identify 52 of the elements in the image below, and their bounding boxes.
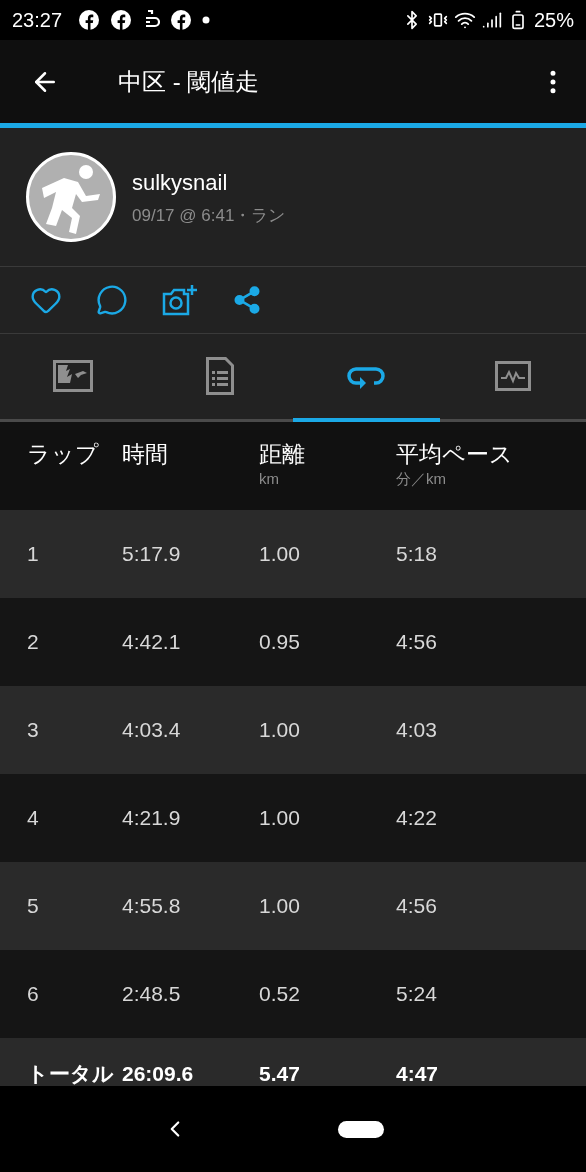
vibrate-icon	[427, 10, 448, 30]
username: sulkysnail	[132, 168, 229, 197]
table-cell-text: 1.00	[259, 717, 301, 744]
table-cell-text: 4	[27, 805, 40, 832]
activity-chart-icon	[494, 361, 531, 391]
table-cell-text: 4:56	[396, 629, 438, 656]
total-cell-text: 26:09.6	[122, 1062, 195, 1086]
table-cell-text: 1	[27, 541, 40, 568]
table-cell-text: 0.95	[259, 629, 301, 656]
table-cell-text: 5	[27, 893, 40, 920]
column-header: ラップ	[27, 440, 100, 468]
table-cell-text: 3	[27, 717, 40, 744]
table-cell-text: 4:56	[396, 893, 438, 920]
table-cell-text: 4:03	[396, 717, 438, 744]
activity-meta: 09/17 @ 6:41・ラン	[132, 204, 286, 227]
column-header: 時間	[122, 440, 169, 468]
column-unit: 分／km	[396, 469, 447, 489]
table-cell-text: 0.52	[259, 981, 301, 1008]
table-cell-text: 5:24	[396, 981, 438, 1008]
home-pill[interactable]	[338, 1120, 384, 1138]
page-title: 中区 - 閾値走	[118, 66, 260, 97]
table-cell-text: 4:42.1	[122, 629, 182, 656]
total-cell-text: 5.47	[259, 1062, 301, 1086]
total-cell-text: トータル	[27, 1062, 115, 1086]
table-cell-text: 4:21.9	[122, 805, 182, 832]
column-header: 平均ペース	[396, 440, 514, 468]
table-cell-text: 5:17.9	[122, 541, 182, 568]
clock: 23:27	[12, 8, 63, 33]
signal-icon	[481, 10, 502, 30]
table-cell-text: 5:18	[396, 541, 438, 568]
table-cell-text: 2	[27, 629, 40, 656]
map-icon	[53, 360, 94, 392]
column-unit: km	[259, 469, 280, 489]
table-cell-text: 4:22	[396, 805, 438, 832]
facebook-icon	[170, 9, 193, 31]
battery-level: 25%	[533, 8, 574, 33]
share-icon[interactable]	[232, 285, 262, 315]
table-cell-text: 4:55.8	[122, 893, 182, 920]
facebook-icon	[78, 9, 101, 31]
table-cell-text: 6	[27, 981, 40, 1008]
table-cell-text: 2:48.5	[122, 981, 182, 1008]
table-cell-text: 1.00	[259, 805, 301, 832]
table-cell-text: 1.00	[259, 893, 301, 920]
table-cell-text: 4:03.4	[122, 717, 182, 744]
facebook-icon	[110, 9, 133, 31]
total-cell-text: 4:47	[396, 1062, 440, 1086]
table-cell-text: 1.00	[259, 541, 301, 568]
document-icon	[205, 357, 234, 395]
add-photo-icon[interactable]	[162, 284, 198, 316]
comment-icon[interactable]	[96, 284, 128, 316]
column-header: 距離	[259, 440, 306, 468]
dot-icon	[202, 16, 211, 24]
